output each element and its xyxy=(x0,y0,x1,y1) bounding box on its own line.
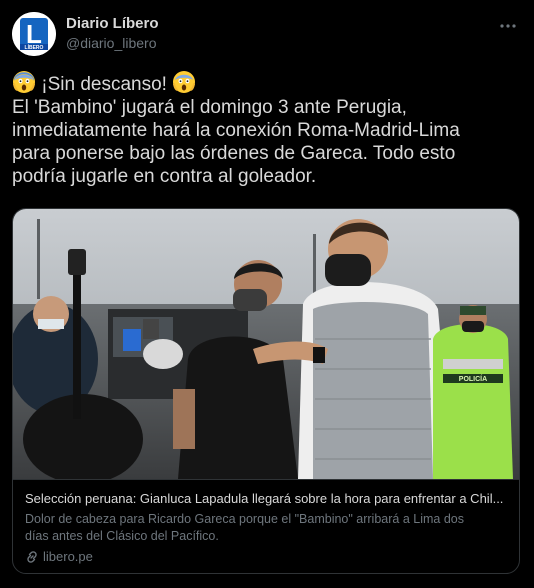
card-domain[interactable]: libero.pe xyxy=(25,548,507,565)
card-meta[interactable]: Selección peruana: Gianluca Lapadula lle… xyxy=(13,479,519,573)
link-icon xyxy=(27,550,37,563)
tweet-line-4: para ponerse bajo las órdenes de Gareca.… xyxy=(12,143,456,164)
tweet-line-1: ¡Sin descanso! xyxy=(12,70,522,96)
photo-badge-text: POLICÍA xyxy=(459,374,487,383)
svg-text:LÍBERO: LÍBERO xyxy=(25,43,44,51)
face-screaming-in-fear-icon xyxy=(173,71,196,93)
card-domain-text: libero.pe xyxy=(43,549,93,564)
tweet-line-1-text: ¡Sin descanso! xyxy=(41,74,167,95)
tweet-line-2: El 'Bambino' jugará el domingo 3 ante Pe… xyxy=(12,97,407,118)
card-description-line-1: Dolor de cabeza para Ricardo Gareca porq… xyxy=(25,512,464,526)
tweet-line-5: podría jugarle en contra al goleador. xyxy=(12,166,317,187)
card-description: Dolor de cabeza para Ricardo Gareca porq… xyxy=(25,511,507,545)
more-horizontal-icon xyxy=(500,24,516,28)
face-screaming-in-fear-icon xyxy=(13,71,35,93)
account-name[interactable]: Diario Líbero xyxy=(66,15,159,32)
link-card[interactable]: POLICÍA Selección peruana: Gianluca Lapa… xyxy=(12,208,520,574)
card-title[interactable]: Selección peruana: Gianluca Lapadula lle… xyxy=(25,490,507,508)
card-photo[interactable]: POLICÍA xyxy=(13,209,519,479)
more-button[interactable] xyxy=(496,14,520,38)
avatar[interactable]: L LÍBERO xyxy=(12,12,56,56)
tweet-text: ¡Sin descanso! El 'Bambino' jugará el do… xyxy=(12,70,522,188)
tweet-line-3: inmediatamente hará la conexión Roma-Mad… xyxy=(12,120,460,141)
account-handle[interactable]: @diario_libero xyxy=(66,35,156,51)
card-description-line-2: días antes del Clásico del Pacífico. xyxy=(25,529,219,543)
libero-logo: L LÍBERO xyxy=(12,12,56,56)
tweet[interactable]: L LÍBERO Diario Líbero @diario_libero ¡S… xyxy=(0,0,534,588)
